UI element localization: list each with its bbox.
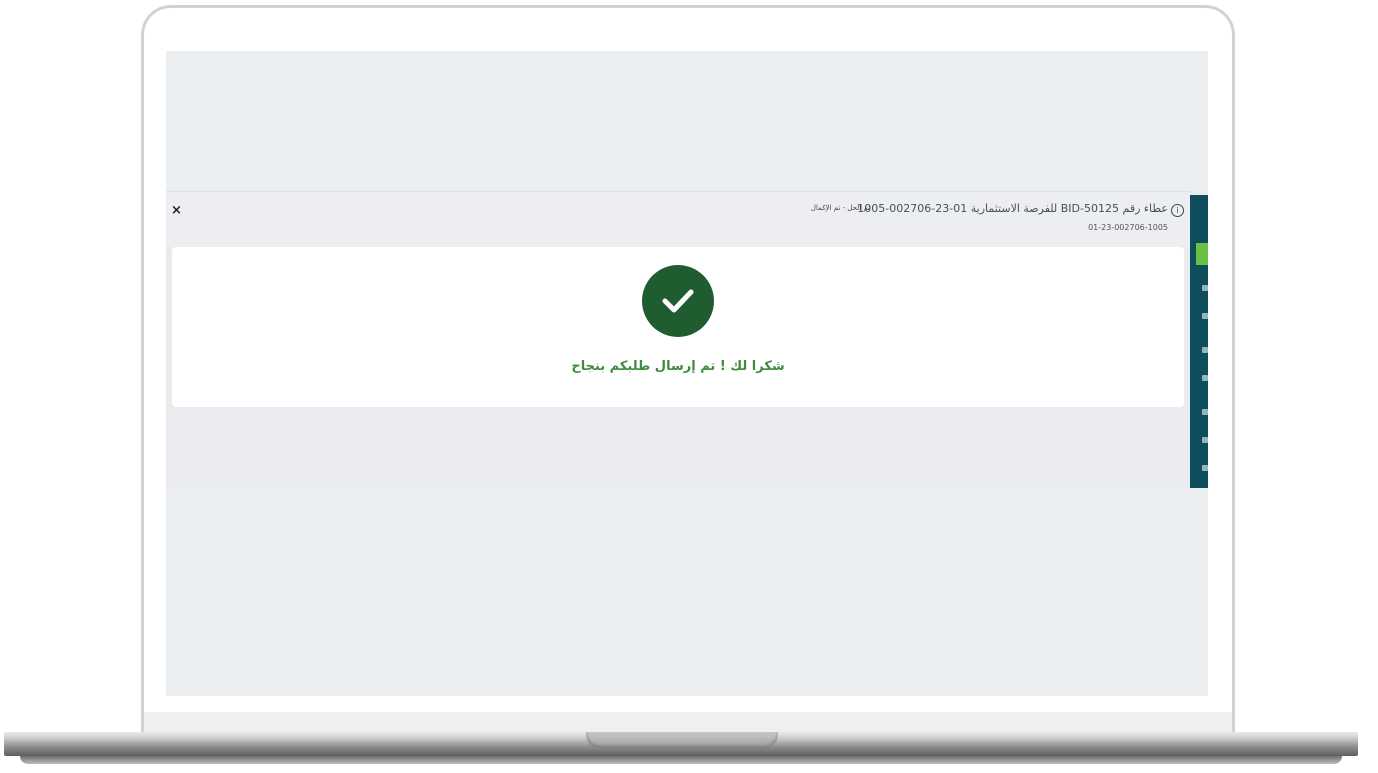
nav-icon[interactable] [1202,313,1208,319]
confirmation-card: شكرا لك ! تم إرسال طلبكم بنجاح [172,247,1184,407]
success-message: شكرا لك ! تم إرسال طلبكم بنجاح [571,359,785,374]
modal-title: عطاء رقم BID-50125 للفرصة الاستثمارية 01… [857,202,1168,215]
reference-id: 01-23-002706-1005 [1088,223,1168,232]
laptop-screen: × تم الحل - تم الإكمال عطاء رقم BID-5012… [166,51,1208,696]
success-check-icon [642,265,714,337]
nav-icon[interactable] [1202,437,1208,443]
nav-icon[interactable] [1202,347,1208,353]
modal-panel: × تم الحل - تم الإكمال عطاء رقم BID-5012… [166,191,1208,488]
nav-icon[interactable] [1202,375,1208,381]
info-icon[interactable]: i [1171,204,1184,217]
active-nav-indicator [1196,243,1208,265]
laptop-base-foot [20,756,1342,764]
nav-icon[interactable] [1202,465,1208,471]
side-navigation-strip [1190,195,1208,488]
nav-icon[interactable] [1202,285,1208,291]
close-icon[interactable]: × [171,203,182,218]
modal-header: × تم الحل - تم الإكمال عطاء رقم BID-5012… [166,191,1190,248]
laptop-notch [586,732,778,748]
laptop-chin [144,712,1232,732]
nav-icon[interactable] [1202,409,1208,415]
